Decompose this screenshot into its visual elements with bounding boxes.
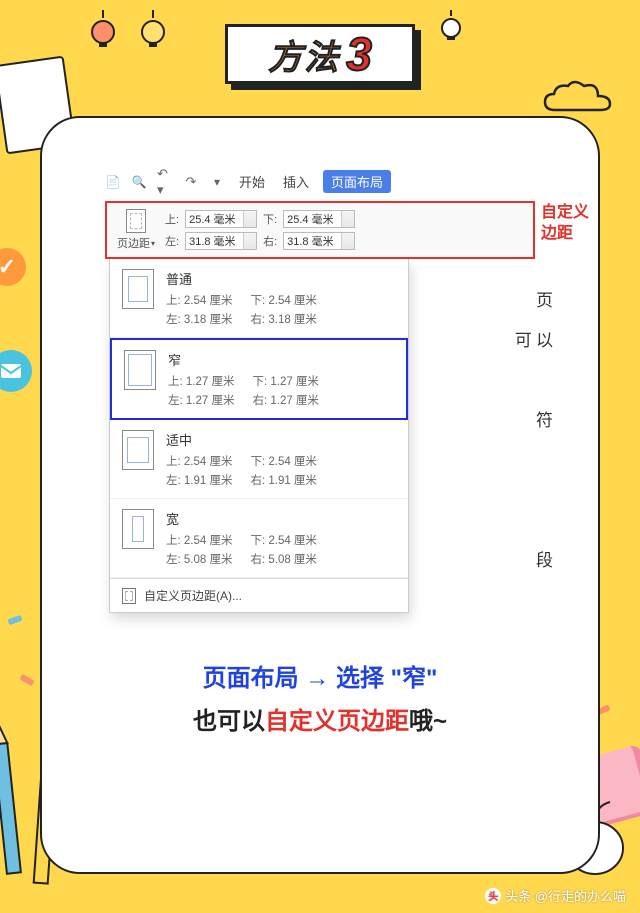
caption-line2c: 哦~ xyxy=(409,708,447,735)
lightbulb-icon xyxy=(440,10,462,44)
content-card: 📄 🔍 ↶ ▾ ↷ ▾ 开始 插入 页面布局 页边距 上: 25.4 毫米▴▾ … xyxy=(40,116,600,874)
margin-left-input[interactable]: 31.8 毫米▴▾ xyxy=(185,232,257,250)
preset-option-normal[interactable]: 普通 上: 2.54 厘米下: 2.54 厘米 左: 3.18 厘米右: 3.1… xyxy=(110,259,408,338)
save-icon[interactable]: 📄 xyxy=(105,174,121,190)
background-text: 段 xyxy=(536,546,553,571)
preset-option-narrow[interactable]: 窄 上: 1.27 厘米下: 1.27 厘米 左: 1.27 厘米右: 1.27… xyxy=(110,338,408,420)
preset-name: 普通 xyxy=(166,269,317,288)
page-icon xyxy=(122,509,154,549)
preset-name: 适中 xyxy=(166,430,317,449)
custom-margins-menu-item[interactable]: 自定义页边距(A)... xyxy=(110,578,408,612)
page-margins-button[interactable]: 页边距 xyxy=(113,207,159,253)
overflow-icon[interactable]: ▾ xyxy=(209,174,225,190)
checkmark-icon xyxy=(0,248,26,286)
tab-start[interactable]: 开始 xyxy=(235,170,269,193)
caption-line2a: 也可以 xyxy=(193,708,265,735)
page-icon xyxy=(122,430,154,470)
margin-controls-highlight: 页边距 上: 25.4 毫米▴▾ 下: 25.4 毫米▴▾ 左: 31.8 毫米… xyxy=(105,201,535,259)
confetti xyxy=(7,615,22,625)
caption-text: 页面布局 → 选择 "窄" 也可以自定义页边距哦~ xyxy=(66,657,574,743)
title-text: 方法 xyxy=(268,30,340,79)
title-badge: 方法 3 xyxy=(225,24,415,84)
title-number: 3 xyxy=(346,27,372,81)
watermark-text: 头条 @行走的办么喵 xyxy=(505,886,626,905)
page-icon xyxy=(122,588,136,604)
margin-right-label: 右: xyxy=(263,233,277,249)
ribbon-bar: 📄 🔍 ↶ ▾ ↷ ▾ 开始 插入 页面布局 xyxy=(105,168,535,201)
margin-bottom-label: 下: xyxy=(263,211,277,227)
page-icon xyxy=(124,350,156,390)
preset-name: 宽 xyxy=(166,509,317,528)
page-icon xyxy=(122,269,154,309)
margin-presets-dropdown: 普通 上: 2.54 厘米下: 2.54 厘米 左: 3.18 厘米右: 3.1… xyxy=(109,259,409,613)
margin-top-label: 上: xyxy=(165,211,179,227)
confetti xyxy=(19,674,34,686)
watermark: 头 头条 @行走的办么喵 xyxy=(485,886,626,905)
background-text: 符 xyxy=(536,406,553,431)
print-preview-icon[interactable]: 🔍 xyxy=(131,174,147,190)
caption-line2b: 自定义页边距 xyxy=(265,708,409,735)
page-margins-label: 页边距 xyxy=(117,235,155,251)
lightbulb-icon xyxy=(140,10,166,50)
preset-name: 窄 xyxy=(168,350,319,369)
redo-icon[interactable]: ↷ xyxy=(183,174,199,190)
lightbulb-icon xyxy=(90,10,116,50)
screenshot-panel: 📄 🔍 ↶ ▾ ↷ ▾ 开始 插入 页面布局 页边距 上: 25.4 毫米▴▾ … xyxy=(105,168,535,613)
tab-page-layout[interactable]: 页面布局 xyxy=(323,170,391,193)
annotation-custom-margins: 自定义 边距 xyxy=(541,203,589,245)
watermark-icon: 头 xyxy=(485,888,501,904)
undo-icon[interactable]: ↶ ▾ xyxy=(157,174,173,190)
mail-icon xyxy=(0,350,32,392)
preset-option-moderate[interactable]: 适中 上: 2.54 厘米下: 2.54 厘米 左: 1.91 厘米右: 1.9… xyxy=(110,420,408,499)
margin-top-input[interactable]: 25.4 毫米▴▾ xyxy=(185,210,257,228)
page-icon xyxy=(126,209,146,233)
tab-insert[interactable]: 插入 xyxy=(279,170,313,193)
margin-right-input[interactable]: 31.8 毫米▴▾ xyxy=(283,232,355,250)
margin-bottom-input[interactable]: 25.4 毫米▴▾ xyxy=(283,210,355,228)
caption-line1a: 页面布局 → 选择 xyxy=(203,665,384,692)
custom-margins-label: 自定义页边距(A)... xyxy=(144,587,242,604)
margin-left-label: 左: xyxy=(165,233,179,249)
caption-line1b: "窄" xyxy=(391,665,438,692)
background-text: 可 以 xyxy=(515,326,553,351)
preset-option-wide[interactable]: 宽 上: 2.54 厘米下: 2.54 厘米 左: 5.08 厘米右: 5.08… xyxy=(110,499,408,578)
background-text: 页 xyxy=(536,286,553,311)
